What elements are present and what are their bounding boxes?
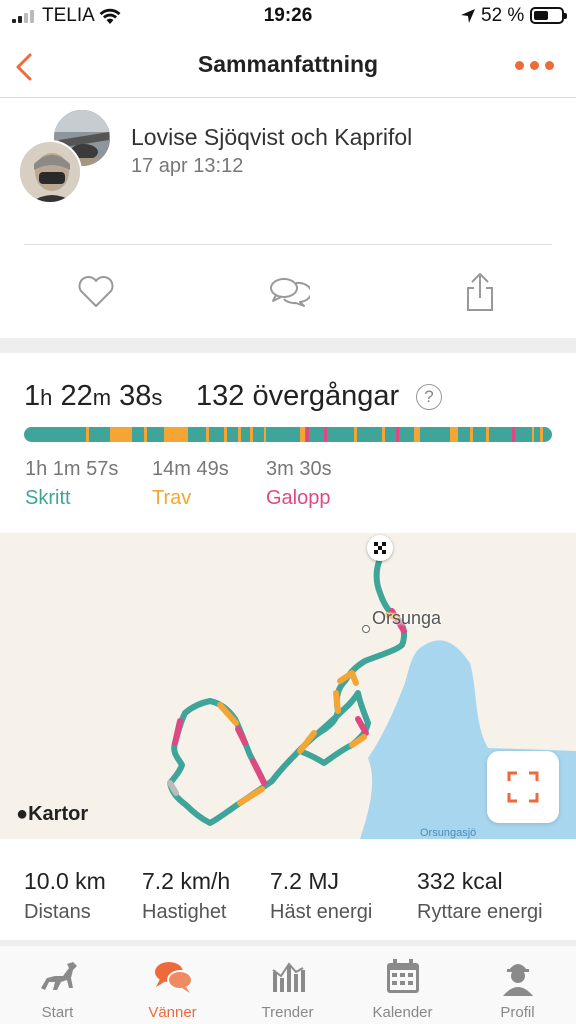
gait-segment xyxy=(414,427,420,442)
gait-segment xyxy=(512,427,515,442)
gait-segment xyxy=(486,427,489,442)
tab-label: Vänner xyxy=(148,1004,197,1021)
stat-distance: 10.0 km Distans xyxy=(24,868,106,924)
transitions-count: 132 övergångar xyxy=(196,380,400,412)
gait-segment xyxy=(540,427,543,442)
gait-segment xyxy=(250,427,253,442)
gait-time: 3m 30s xyxy=(266,458,332,480)
finish-flag-icon xyxy=(367,535,393,561)
help-icon[interactable]: ? xyxy=(416,384,442,410)
gait-segment xyxy=(110,427,132,442)
expand-map-button[interactable] xyxy=(487,751,559,823)
stat-label: Häst energi xyxy=(270,901,373,923)
town-label: Orsunga xyxy=(372,608,442,628)
gait-segment xyxy=(382,427,385,442)
stat-label: Distans xyxy=(24,901,91,923)
person-icon xyxy=(503,964,533,996)
location-arrow-icon xyxy=(461,9,475,23)
gait-segment xyxy=(264,427,266,442)
gait-segment xyxy=(86,427,89,442)
more-dots-icon[interactable] xyxy=(515,61,554,70)
route-path xyxy=(167,542,408,826)
tab-trends[interactable]: Trender xyxy=(230,946,345,1024)
bar-chart-icon xyxy=(272,962,305,992)
gait-trav: 14m 49s Trav xyxy=(152,458,229,510)
gait-segment xyxy=(450,427,458,442)
section-separator xyxy=(0,338,576,353)
tab-profile[interactable]: Profil xyxy=(460,946,575,1024)
calendar-icon xyxy=(387,959,419,993)
gait-segment xyxy=(324,427,327,442)
battery-icon xyxy=(530,7,567,24)
tab-friends[interactable]: Vänner xyxy=(115,946,230,1024)
post-title[interactable]: Lovise Sjöqvist och Kaprifol xyxy=(131,124,412,151)
chat-bubbles-icon xyxy=(155,962,193,993)
gait-segment xyxy=(396,427,399,442)
tab-label: Profil xyxy=(500,1004,535,1021)
gait-time: 1h 1m 57s xyxy=(25,458,119,480)
gait-segment xyxy=(206,427,209,442)
divider xyxy=(24,244,552,245)
stat-label: Ryttare energi xyxy=(417,901,543,923)
lake-label: Orsungasjö xyxy=(420,827,477,839)
gait-name: Trav xyxy=(152,487,192,509)
gait-name: Galopp xyxy=(266,487,331,509)
expand-icon xyxy=(507,771,539,803)
stat-horse-energy: 7.2 MJ Häst energi xyxy=(270,868,372,924)
gait-segment xyxy=(164,427,188,442)
tab-label: Trender xyxy=(261,1004,314,1021)
status-bar: TELIA 19:26 52 % xyxy=(0,0,576,34)
page-title: Sammanfattning xyxy=(197,51,379,77)
comment-icon[interactable] xyxy=(266,270,310,314)
total-duration: 1h 22m 38s xyxy=(24,380,163,412)
route-map[interactable]: Orsunga Orsungasjö ●Kartor xyxy=(0,533,576,839)
tab-label: Kalender xyxy=(372,1004,433,1021)
tab-bar: Start Vänner Trender Kalender Profil xyxy=(0,946,576,1024)
post-date: 17 apr 13:12 xyxy=(131,155,244,177)
stat-value: 7.2 MJ xyxy=(270,868,340,894)
apple-logo-icon: ● xyxy=(16,803,29,825)
map-attribution: ●Kartor xyxy=(16,803,89,825)
tab-calendar[interactable]: Kalender xyxy=(345,946,460,1024)
gait-segment xyxy=(144,427,147,442)
gait-segment xyxy=(238,427,241,442)
gait-time: 14m 49s xyxy=(152,458,229,480)
horse-icon xyxy=(41,962,77,990)
rider-avatar[interactable] xyxy=(18,140,82,204)
stat-speed: 7.2 km/h Hastighet xyxy=(142,868,230,924)
gait-segment xyxy=(306,427,309,442)
gait-segment xyxy=(224,427,227,442)
gait-galopp: 3m 30s Galopp xyxy=(266,458,332,510)
gait-segment xyxy=(300,427,305,442)
gait-segment xyxy=(354,427,357,442)
tab-start[interactable]: Start xyxy=(0,946,115,1024)
battery-percent: 52 % xyxy=(481,5,525,26)
gait-name: Skritt xyxy=(25,487,71,509)
nav-bar: Sammanfattning xyxy=(0,34,576,98)
share-icon[interactable] xyxy=(458,270,502,314)
tab-label: Start xyxy=(41,1004,74,1021)
gait-skritt: 1h 1m 57s Skritt xyxy=(25,458,118,510)
gait-timeline-bar xyxy=(24,427,552,442)
stat-value: 7.2 km/h xyxy=(142,868,231,894)
stat-value: 10.0 km xyxy=(24,868,106,894)
gait-segment xyxy=(532,427,534,442)
stat-rider-energy: 332 kcal Ryttare energi xyxy=(417,868,543,924)
stat-value: 332 kcal xyxy=(417,868,503,894)
town-marker xyxy=(362,625,370,633)
gait-segment xyxy=(470,427,473,442)
heart-icon[interactable] xyxy=(74,270,118,314)
stat-label: Hastighet xyxy=(142,901,227,923)
